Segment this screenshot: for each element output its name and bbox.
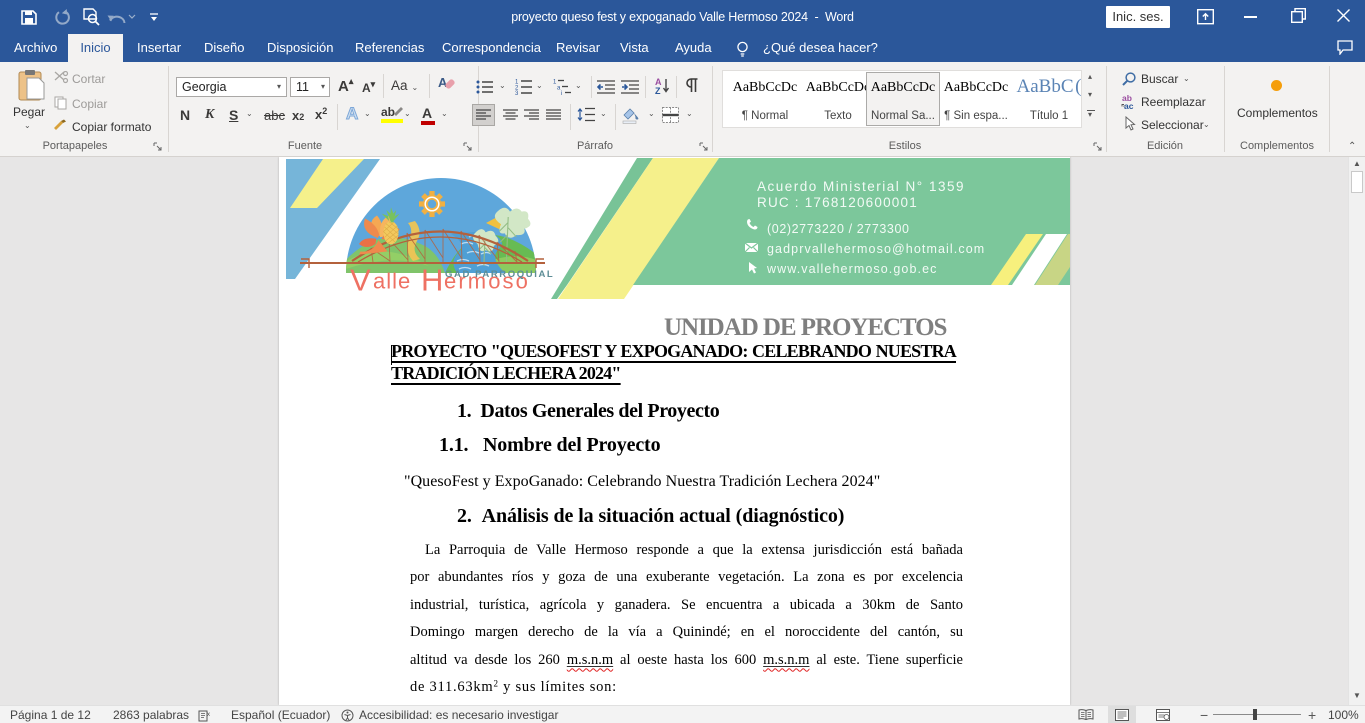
svg-text:GAD PARROQUIAL: GAD PARROQUIAL [445,269,554,280]
svg-text:alle: alle [373,269,411,294]
svg-text:V: V [350,263,371,298]
svg-text:Acuerdo Ministerial N° 1359: Acuerdo Ministerial N° 1359 [757,179,965,194]
svg-text:(02)2773220 / 2773300: (02)2773220 / 2773300 [767,222,910,236]
svg-text:gadprvallehermoso@hotmail.com: gadprvallehermoso@hotmail.com [767,242,985,256]
svg-text:www.vallehermoso.gob.ec: www.vallehermoso.gob.ec [766,262,938,276]
svg-text:H: H [421,263,443,298]
svg-text:A: A [438,75,448,90]
svg-text:3: 3 [515,91,519,95]
svg-text:RUC : 1768120600001: RUC : 1768120600001 [757,195,918,210]
svg-text:x: x [207,712,210,718]
svg-text:Z: Z [655,86,661,95]
svg-text:i: i [561,91,562,95]
svg-text:ac: ac [1124,101,1134,110]
